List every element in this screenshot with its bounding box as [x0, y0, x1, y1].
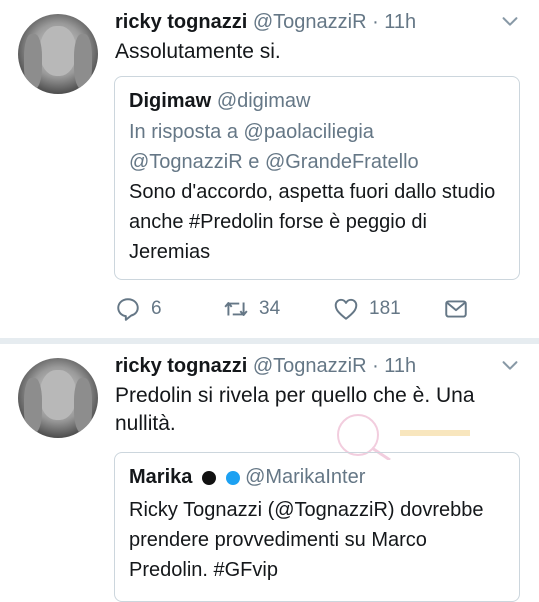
avatar-face — [40, 26, 76, 76]
chevron-down-icon[interactable] — [499, 10, 521, 32]
reply-prefix: In risposta a — [129, 121, 238, 143]
tweet-actions: 6 34 181 — [115, 296, 495, 326]
avatar-hand-left — [24, 378, 42, 433]
quoted-author-name: Marika — [129, 466, 193, 488]
reply-conjunction: e — [248, 151, 260, 173]
reply-count: 6 — [151, 298, 162, 319]
author-handle[interactable]: @TognazziR — [253, 11, 367, 33]
avatar[interactable] — [18, 358, 98, 438]
blue-circle-emoji — [225, 470, 240, 485]
retweet-button[interactable]: 34 — [223, 296, 280, 322]
retweet-icon — [224, 302, 248, 316]
author-handle[interactable]: @TognazziR — [253, 355, 367, 377]
like-button[interactable]: 181 — [333, 296, 401, 322]
tweet-time[interactable]: · 11h — [372, 11, 416, 33]
dm-icon — [445, 300, 467, 318]
reply-mention[interactable]: @GrandeFratello — [265, 151, 419, 173]
reply-mention[interactable]: @TognazziR — [129, 151, 243, 173]
author-name[interactable]: ricky tognazzi — [115, 355, 247, 377]
quoted-tweet[interactable]: Digimaw @digimaw In risposta a @paolacil… — [114, 76, 520, 280]
quoted-tweet[interactable]: Marika @MarikaInter Ricky Tognazzi (@Tog… — [114, 452, 520, 602]
avatar-face — [40, 370, 76, 420]
like-icon — [334, 298, 358, 320]
avatar-hand-right — [74, 34, 92, 89]
quoted-author-handle: @MarikaInter — [245, 466, 366, 488]
quoted-tweet-header: Marika @MarikaInter — [129, 463, 505, 491]
quoted-author-name: Digimaw — [129, 90, 212, 112]
tweet-text: Assolutamente si. — [115, 40, 281, 63]
reply-mention[interactable]: @paolaciliegia — [244, 121, 374, 143]
quoted-tweet-text: Ricky Tognazzi (@TognazziR) dovrebbe pre… — [129, 499, 484, 581]
author-name[interactable]: ricky tognazzi — [115, 11, 247, 33]
reply-icon — [117, 298, 139, 321]
avatar-hand-right — [74, 378, 92, 433]
quoted-author-handle: @digimaw — [216, 90, 311, 112]
tweet-header: ricky tognazzi @TognazziR · 11h — [115, 8, 416, 36]
reply-button[interactable]: 6 — [115, 296, 162, 322]
avatar-hand-left — [24, 34, 42, 89]
reply-context: In risposta a @paolaciliegia @TognazziR … — [129, 117, 505, 177]
chevron-down-icon[interactable] — [499, 354, 521, 376]
tweet-header: ricky tognazzi @TognazziR · 11h — [115, 352, 416, 380]
like-count: 181 — [369, 298, 401, 319]
tweet-time[interactable]: · 11h — [372, 355, 416, 377]
quoted-tweet-text: Sono d'accordo, aspetta fuori dallo stud… — [129, 181, 496, 263]
retweet-count: 34 — [259, 298, 281, 319]
avatar[interactable] — [18, 14, 98, 94]
dm-button[interactable] — [443, 296, 469, 322]
tweet[interactable]: ricky tognazzi @TognazziR · 11h Predolin… — [0, 344, 539, 602]
tweet[interactable]: ricky tognazzi @TognazziR · 11h Assoluta… — [0, 0, 539, 338]
quoted-tweet-header: Digimaw @digimaw — [129, 87, 505, 115]
black-circle-emoji — [201, 470, 216, 485]
